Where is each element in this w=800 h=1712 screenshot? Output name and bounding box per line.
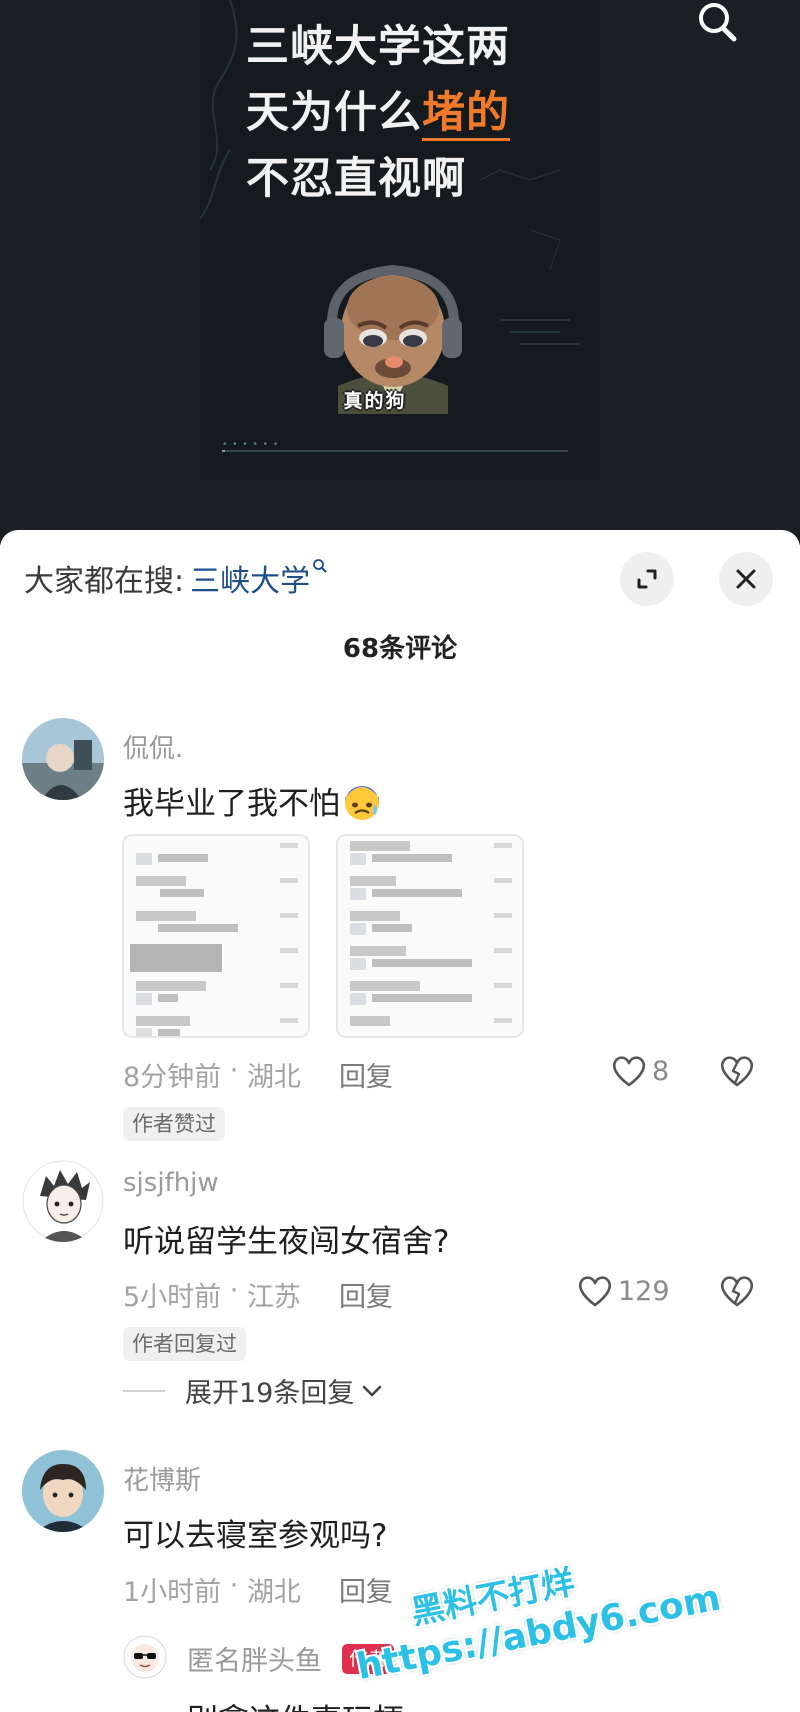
headline-line-1: 三峡大学这两 bbox=[246, 22, 510, 72]
comment-username[interactable]: 花博斯 bbox=[123, 1460, 201, 1497]
chevron-down-icon bbox=[363, 1385, 382, 1396]
video-headline: 三峡大学这两 天为什么堵的 不忍直视啊 bbox=[246, 14, 586, 212]
comment-username[interactable]: sjsjfhjw bbox=[123, 1168, 219, 1198]
dislike-button[interactable] bbox=[718, 1053, 756, 1093]
meta-separator: · bbox=[221, 1570, 247, 1601]
sweating-face-emoji-icon bbox=[345, 786, 379, 820]
like-button[interactable]: 129 bbox=[576, 1273, 670, 1309]
comment-time: 5小时前 bbox=[123, 1282, 222, 1313]
video-progress-fill bbox=[222, 450, 226, 452]
comment-content: 我毕业了我不怕 bbox=[123, 778, 382, 823]
close-icon bbox=[736, 569, 756, 589]
comment-username[interactable]: 侃侃. bbox=[123, 728, 183, 765]
comment-time: 8分钟前 bbox=[123, 1062, 222, 1093]
sticker-caption: 真的狗 bbox=[343, 390, 407, 412]
attached-image-2[interactable] bbox=[336, 834, 524, 1038]
broken-heart-icon bbox=[720, 1276, 754, 1307]
headline-line-3: 不忍直视啊 bbox=[246, 154, 466, 204]
broken-heart-icon bbox=[720, 1056, 754, 1087]
user-photo-avatar bbox=[22, 718, 104, 800]
user-photo-avatar bbox=[22, 1450, 104, 1532]
headline-line-2: 天为什么堵的 bbox=[246, 80, 586, 146]
anime-character-avatar bbox=[22, 1160, 104, 1242]
video-progress-bar[interactable] bbox=[222, 450, 568, 452]
comment-content: 可以去寝室参观吗? bbox=[123, 1518, 388, 1554]
comment-text: 我毕业了我不怕 bbox=[123, 786, 340, 822]
avatar[interactable] bbox=[22, 1450, 104, 1532]
reply-button[interactable]: 回复 bbox=[339, 1055, 393, 1094]
trending-search-row: 大家都在搜: 三峡大学 bbox=[24, 556, 328, 600]
reply-button[interactable]: 回复 bbox=[339, 1275, 393, 1314]
close-button[interactable] bbox=[719, 552, 773, 606]
like-count: 129 bbox=[618, 1275, 670, 1307]
like-count: 8 bbox=[652, 1055, 670, 1087]
author-liked-badge: 作者赞过 bbox=[123, 1107, 225, 1141]
heart-icon bbox=[612, 1056, 646, 1087]
search-icon bbox=[699, 3, 737, 42]
trending-query-link[interactable]: 三峡大学 bbox=[190, 556, 328, 600]
avatar[interactable] bbox=[22, 718, 104, 800]
author-replied-badge: 作者回复过 bbox=[123, 1327, 246, 1361]
comment-location: 湖北 bbox=[246, 1062, 301, 1093]
trending-label: 大家都在搜: bbox=[24, 564, 185, 599]
sub-reply-avatar[interactable] bbox=[123, 1635, 167, 1679]
comment-meta: 5小时前 · 江苏 回复 bbox=[123, 1275, 393, 1314]
mini-search-icon bbox=[313, 559, 327, 573]
comment-count-title: 68条评论 bbox=[342, 634, 458, 664]
avatar[interactable] bbox=[22, 1160, 104, 1242]
divider-line bbox=[123, 1389, 165, 1392]
meta-separator: · bbox=[221, 1275, 247, 1306]
comment-sheet: 大家都在搜: 三峡大学 68条评论 bbox=[0, 530, 800, 1712]
expand-replies-button[interactable]: 展开19条回复 bbox=[123, 1371, 384, 1410]
video-timecode: • • • • • • bbox=[222, 440, 280, 450]
dislike-button[interactable] bbox=[718, 1273, 756, 1313]
headline-highlight: 堵的 bbox=[422, 88, 510, 141]
expand-icon bbox=[637, 569, 657, 589]
comment-location: 江苏 bbox=[246, 1282, 301, 1313]
comment-content: 听说留学生夜闯女宿舍? bbox=[123, 1224, 450, 1260]
headline-line-2-start: 天为什么 bbox=[246, 88, 422, 138]
sunglasses-face-avatar bbox=[123, 1635, 167, 1679]
video-player[interactable]: 三峡大学这两 天为什么堵的 不忍直视啊 真的狗 • • • • • • bbox=[0, 0, 800, 545]
attached-image-1[interactable] bbox=[122, 834, 310, 1038]
comment-meta: 8分钟前 · 湖北 回复 bbox=[123, 1055, 393, 1094]
like-button[interactable]: 8 bbox=[610, 1053, 669, 1089]
expand-replies-label: 展开19条回复 bbox=[185, 1378, 355, 1409]
search-button[interactable] bbox=[690, 0, 744, 48]
sub-reply-username[interactable]: 匿名胖头鱼 bbox=[187, 1639, 322, 1678]
trending-query-text: 三峡大学 bbox=[190, 564, 311, 599]
meta-separator: · bbox=[221, 1055, 247, 1086]
comment-time: 1小时前 bbox=[123, 1577, 222, 1608]
expand-button[interactable] bbox=[620, 552, 674, 606]
comment-location: 湖北 bbox=[246, 1577, 301, 1608]
heart-icon bbox=[578, 1276, 612, 1307]
